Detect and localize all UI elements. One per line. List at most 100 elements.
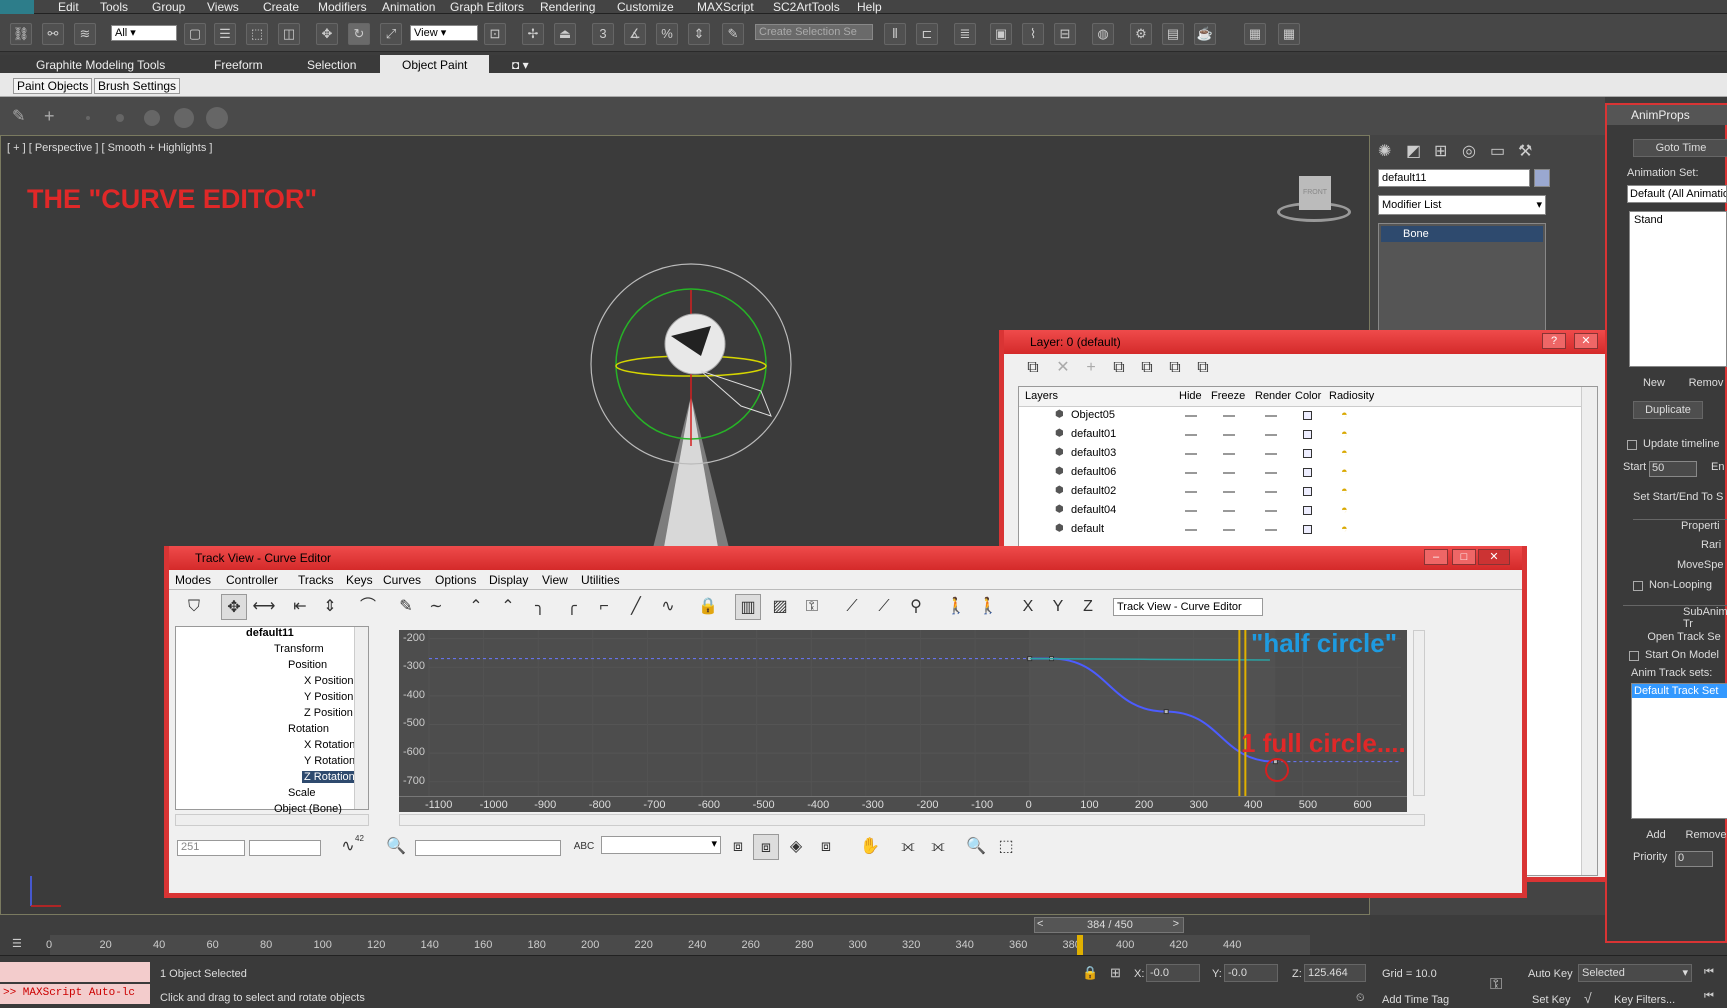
goto-start-icon[interactable]: ⏮ [1704, 966, 1714, 979]
curve-editor-titlebar[interactable]: Track View - Curve Editor – □ ✕ [169, 546, 1522, 570]
column-render[interactable]: Render [1255, 390, 1291, 402]
layer-row[interactable]: ⬢ default03 ◓ [1019, 445, 1579, 463]
time-slider[interactable]: < 384 / 450 > [1034, 917, 1184, 933]
biped-y-icon[interactable]: Y [1045, 594, 1071, 620]
column-hide[interactable]: Hide [1179, 390, 1202, 402]
move-keys-icon[interactable]: ✥ [221, 594, 247, 620]
x-field[interactable]: -0.0 [1146, 964, 1200, 982]
utilities-tab-icon[interactable]: ⚒ [1518, 141, 1540, 161]
add-track-set-button[interactable]: Add [1633, 827, 1679, 845]
layer-row[interactable]: ⬢ default06 ◓ [1019, 464, 1579, 482]
layer-color-swatch[interactable] [1303, 487, 1312, 496]
tree-hscroll[interactable] [175, 814, 369, 826]
layer-scrollbar[interactable] [1581, 387, 1597, 875]
selected-dropdown[interactable]: Selected ▾ [1578, 964, 1692, 982]
layer-dialog-titlebar[interactable]: Layer: 0 (default) ? ✕ [1004, 330, 1612, 354]
selection-filter-dropdown[interactable]: All ▾ [111, 25, 177, 41]
display-tab-icon[interactable]: ▭ [1490, 141, 1512, 161]
freeze-toggle[interactable] [1223, 472, 1235, 474]
menu-graph-editors[interactable]: Graph Editors [450, 0, 524, 14]
freeze-all-layers-icon[interactable]: ⧉ [1190, 355, 1216, 381]
window-crossing-icon[interactable]: ◫ [278, 23, 300, 45]
tangent-fast-icon[interactable]: ╮ [527, 594, 553, 620]
render-toggle[interactable] [1265, 510, 1277, 512]
hide-all-layers-icon[interactable]: ⧉ [1162, 355, 1188, 381]
show-tangents-icon[interactable]: ⟋ [839, 594, 865, 620]
tangent-linear-icon[interactable]: ╱ [623, 594, 649, 620]
key-filters-button[interactable]: Key Filters... [1614, 994, 1675, 1006]
reference-coordinate-dropdown[interactable]: View ▾ [410, 25, 478, 41]
menu-group[interactable]: Group [152, 0, 185, 14]
manipulate-icon[interactable]: ✢ [522, 23, 544, 45]
tree-rotation[interactable]: Rotation [288, 723, 329, 735]
radiosity-icon[interactable]: ◓ [1341, 504, 1355, 516]
tab-freeform[interactable]: Freeform [214, 58, 263, 72]
menu-animation[interactable]: Animation [382, 0, 435, 14]
scale-values-icon[interactable]: ⇕ [317, 594, 343, 620]
freeze-toggle[interactable] [1223, 510, 1235, 512]
edit-ranges-icon[interactable]: ◈ [783, 834, 809, 860]
update-timeline-checkbox[interactable] [1627, 440, 1637, 450]
render-toggle[interactable] [1265, 415, 1277, 417]
subtab-paint-objects[interactable]: Paint Objects [13, 78, 93, 94]
radiosity-icon[interactable]: ◓ [1341, 447, 1355, 459]
track-set-default[interactable]: Default Track Set [1632, 684, 1727, 698]
open-track-button[interactable]: Open Track Se [1639, 629, 1727, 647]
rendered-frame-icon[interactable]: ▤ [1162, 23, 1184, 45]
render-setup-icon[interactable]: ⚙ [1130, 23, 1152, 45]
mirror-icon[interactable]: ⫴ [884, 23, 906, 45]
brush-size-1-icon[interactable] [86, 116, 90, 120]
brush-size-5-icon[interactable] [206, 107, 228, 129]
tree-transform[interactable]: Transform [274, 643, 324, 655]
show-keyable-icon[interactable]: ▨ [767, 594, 793, 620]
z-field[interactable]: 125.464 [1304, 964, 1366, 982]
layer-row[interactable]: ⬢ default01 ◓ [1019, 426, 1579, 444]
scale-icon[interactable]: ⤢ [380, 23, 402, 45]
maxscript-mini-field[interactable] [0, 962, 150, 982]
curve-editor-icon[interactable]: ⌇ [1022, 23, 1044, 45]
tangent-custom-icon[interactable]: ⌃ [495, 594, 521, 620]
angle-snap-icon[interactable]: ∡ [624, 23, 646, 45]
hierarchy-tab-icon[interactable]: ⊞ [1434, 141, 1456, 161]
track-bar[interactable]: 0 20 40 60 80 100 120 140 160 180 200 220 240 260 280 3… [46, 935, 1310, 955]
radiosity-icon[interactable]: ◓ [1341, 485, 1355, 497]
hide-toggle[interactable] [1185, 491, 1197, 493]
menu-modifiers[interactable]: Modifiers [318, 0, 367, 14]
set-start-end-button[interactable]: Set Start/End To S [1633, 489, 1727, 507]
track-bar-menu-icon[interactable]: ☰ [12, 937, 32, 953]
pan-icon[interactable]: ✋ [857, 834, 883, 860]
tree-y-rotation[interactable]: Y Rotation [304, 755, 355, 767]
tree-scale[interactable]: Scale [288, 787, 316, 799]
priority-field[interactable]: 0 [1675, 851, 1713, 867]
timeline-current-frame[interactable] [1076, 935, 1083, 955]
layer-color-swatch[interactable] [1303, 430, 1312, 439]
time-slider-next[interactable]: > [1173, 918, 1179, 930]
menu-tools[interactable]: Tools [100, 0, 128, 14]
lock-selection-icon[interactable]: 🔒 [695, 594, 721, 620]
tree-x-position[interactable]: X Position [304, 675, 354, 687]
render-production-icon[interactable]: ☕ [1194, 23, 1216, 45]
layer-row[interactable]: ⬢ default ◓ [1019, 521, 1579, 539]
track-search-icon[interactable]: 🔍 [383, 834, 409, 860]
draw-curves-icon[interactable]: ✎ [393, 594, 419, 620]
curve-key-point[interactable] [1163, 709, 1169, 715]
ribbon-options-icon[interactable]: ◘ ▾ [512, 58, 529, 72]
menu-help[interactable]: Help [857, 0, 882, 14]
filter-selected-icon[interactable]: ⧈ [813, 834, 839, 860]
key-icon[interactable]: ⚿ [799, 594, 825, 620]
tree-y-position[interactable]: Y Position [304, 691, 353, 703]
column-radiosity[interactable]: Radiosity [1329, 390, 1374, 402]
abc-filter-icon[interactable]: ABC [571, 834, 597, 860]
percent-snap-icon[interactable]: % [656, 23, 678, 45]
biped-z-icon[interactable]: Z [1075, 594, 1101, 620]
set-key-button[interactable]: Set Key [1532, 994, 1571, 1006]
layer-color-swatch[interactable] [1303, 449, 1312, 458]
layer-close-button[interactable]: ✕ [1574, 333, 1598, 349]
ik-icon[interactable]: ⚲ [903, 594, 929, 620]
render-toggle[interactable] [1265, 472, 1277, 474]
sc2-tool-icon-1[interactable]: ▦ [1244, 23, 1266, 45]
properties-rollout[interactable]: Properti [1633, 519, 1727, 532]
tree-z-position[interactable]: Z Position [304, 707, 353, 719]
move-icon[interactable]: ✥ [316, 23, 338, 45]
curve-close-button[interactable]: ✕ [1478, 549, 1510, 565]
